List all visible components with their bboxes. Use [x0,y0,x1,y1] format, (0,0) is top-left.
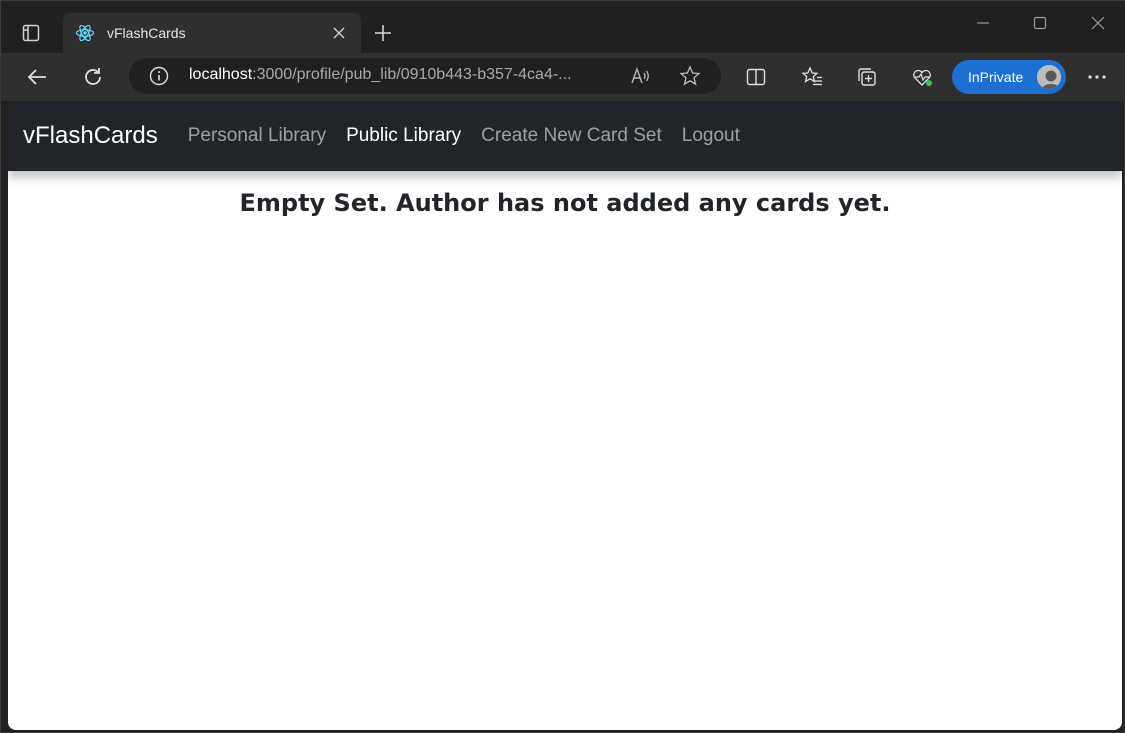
address-bar[interactable]: localhost:3000/profile/pub_lib/0910b443-… [129,58,721,94]
nav-personal-library[interactable]: Personal Library [188,125,326,147]
browser-essentials-icon[interactable] [908,63,936,91]
read-aloud-icon[interactable] [629,65,651,87]
inprivate-label: InPrivate [968,69,1024,85]
tab-title: vFlashCards [107,25,186,41]
brand-logo[interactable]: vFlashCards [23,122,158,150]
url-path: :3000/profile/pub_lib/0910b443-b357-4ca4… [252,66,572,83]
react-atom-icon [75,23,95,43]
inprivate-button[interactable]: InPrivate [952,60,1066,94]
tab-strip: vFlashCards [1,1,1125,53]
tab-actions-icon[interactable] [15,17,47,49]
avatar [1035,63,1063,91]
nav-public-library[interactable]: Public Library [346,125,461,147]
site-info-icon[interactable] [149,66,169,86]
browser-window: vFlashCards localhost:3000/profile/pub_l… [0,0,1125,733]
new-tab-icon[interactable] [371,21,395,45]
tab-vflashcards[interactable]: vFlashCards [63,13,361,53]
close-window-icon[interactable] [1078,9,1118,37]
collections-icon[interactable] [853,63,881,91]
url-text: localhost:3000/profile/pub_lib/0910b443-… [189,66,619,84]
nav-create-new-card-set[interactable]: Create New Card Set [481,125,662,147]
more-menu-icon[interactable] [1083,63,1111,91]
app-navbar: vFlashCards Personal Library Public Libr… [8,101,1122,171]
empty-set-message: Empty Set. Author has not added any card… [239,189,891,217]
split-screen-icon[interactable] [742,63,770,91]
page-viewport: vFlashCards Personal Library Public Libr… [8,101,1122,730]
nav-logout[interactable]: Logout [682,125,740,147]
refresh-icon[interactable] [79,63,107,91]
url-host: localhost [189,66,253,83]
maximize-icon[interactable] [1020,9,1060,37]
close-tab-icon[interactable] [329,23,349,43]
favorite-star-icon[interactable] [679,65,701,87]
minimize-icon[interactable] [963,9,1003,37]
favorites-icon[interactable] [798,63,826,91]
back-arrow-icon[interactable] [23,63,51,91]
